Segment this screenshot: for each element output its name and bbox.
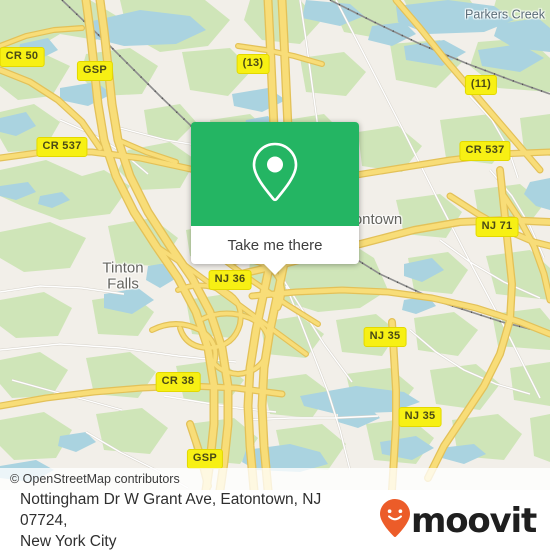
popup-header [191, 122, 359, 226]
popup-pointer [264, 264, 286, 275]
take-me-there-button[interactable]: Take me there [191, 226, 359, 275]
address-line-1: Nottingham Dr W Grant Ave, Eatontown, NJ… [20, 491, 322, 529]
map-popup-card[interactable]: Take me there [191, 122, 359, 275]
address-line-2: New York City [20, 533, 117, 550]
road-shield: CR 50 [0, 47, 45, 67]
footer-bar: Nottingham Dr W Grant Ave, Eatontown, NJ… [0, 490, 550, 550]
road-shield: CR 537 [36, 137, 88, 157]
road-shield: NJ 35 [363, 327, 407, 347]
map-pin-icon [249, 140, 301, 209]
road-shield: (13) [236, 54, 270, 74]
road-shield: CR 38 [155, 372, 201, 392]
road-shield: CR 537 [459, 141, 511, 161]
road-shield: GSP [186, 449, 224, 469]
moovit-pin-icon [379, 498, 411, 543]
take-me-there-label: Take me there [227, 236, 323, 254]
app-root: CR 50 GSP (13) (11) CR 537 CR 537 NJ 71 NJ 36 NJ… [0, 0, 550, 550]
moovit-wordmark: moovit [410, 500, 537, 541]
road-shield: NJ 35 [398, 407, 442, 427]
map-attribution[interactable]: © OpenStreetMap contributors [0, 468, 550, 490]
road-shield: (11) [464, 75, 498, 95]
road-shield: GSP [76, 61, 114, 81]
moovit-logo[interactable]: moovit [379, 498, 550, 543]
address-block: Nottingham Dr W Grant Ave, Eatontown, NJ… [0, 489, 379, 550]
road-shield: NJ 71 [475, 217, 519, 237]
road-shield: NJ 36 [208, 270, 252, 290]
